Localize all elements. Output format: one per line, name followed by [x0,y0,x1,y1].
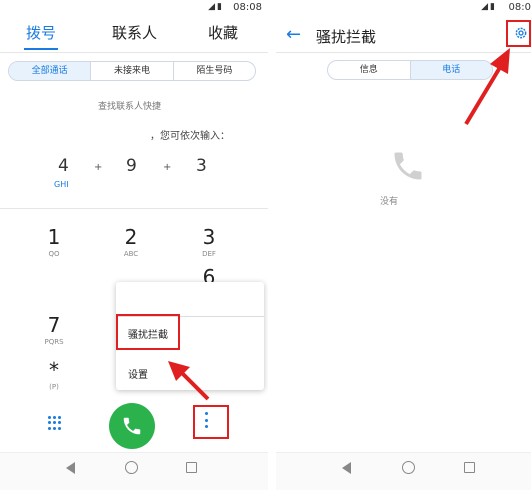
tab-divider [0,52,268,53]
phone-icon [123,417,141,435]
key-digit: 3 [202,225,216,249]
filter-unknown[interactable]: 陌生号码 [172,62,255,80]
nav-recents-icon[interactable] [464,462,475,473]
key-letters: QO [48,250,60,258]
status-time: 08:08 [233,2,262,13]
dialpad-icon[interactable] [48,416,62,430]
menu-item-settings[interactable]: 设置 [128,366,148,381]
hint-plus-2: + [163,162,172,173]
signal-icons: ◢▮ [481,2,497,12]
hint-digit-1: 4 [58,156,69,176]
annotation-arrow-left [168,361,210,401]
key-letters: PQRS [44,338,64,346]
hint-line1: 查找联系人快捷 [98,102,162,112]
nav-back-icon[interactable] [66,462,75,474]
status-bar: ◢▮ 08:0 [276,0,531,16]
key-letters: (P) [49,383,59,391]
key-3[interactable]: 3 DEF [179,226,239,258]
key-letters: ABC [123,250,139,258]
tab-favorites[interactable]: 收藏 [208,22,238,43]
tab-dial[interactable]: 拨号 [26,22,56,43]
hint-line2: ，您可依次输入： [150,131,230,142]
key-digit: 1 [47,225,61,249]
call-button[interactable] [109,403,155,449]
tab-messages[interactable]: 信息 [328,61,410,79]
empty-phone-icon [394,152,422,180]
status-bar: ◢▮ 08:08 [0,0,268,16]
key-6[interactable]: 6 [179,266,239,282]
nav-recents-icon[interactable] [186,462,197,473]
annotation-arrow-right [464,48,510,126]
tab-bar: 拨号 联系人 收藏 [0,22,268,50]
key-2[interactable]: 2 ABC [101,226,161,258]
key-digit: 6 [202,266,216,282]
filter-all[interactable]: 全部通话 [9,62,91,80]
keypad-divider [0,208,268,209]
active-tab-indicator [24,48,58,50]
filter-missed[interactable]: 未接来电 [90,62,172,80]
key-letters: DEF [202,250,216,258]
signal-icons: ◢▮ [208,2,224,12]
key-1[interactable]: 1 QO [24,226,84,258]
tab-contacts[interactable]: 联系人 [112,22,157,43]
highlight-box-more [193,405,229,439]
nav-back-icon[interactable] [342,462,351,474]
system-nav-bar [276,452,531,490]
key-digit: * [49,358,59,382]
page-title: 骚扰拦截 [316,28,377,46]
hint-digit-2: 9 [126,156,137,176]
key-digit: 7 [47,313,61,337]
key-7[interactable]: 7 PQRS [24,314,84,346]
hint-digit-3: 3 [196,156,207,176]
hint-sub-letters: GHI [54,180,69,189]
back-arrow-icon[interactable]: ← [286,26,301,44]
nav-home-icon[interactable] [402,461,415,474]
nav-home-icon[interactable] [125,461,138,474]
key-star[interactable]: * (P) [24,359,84,391]
system-nav-bar [0,452,268,490]
key-digit: 2 [124,225,138,249]
status-time: 08:0 [508,2,531,13]
dialer-screen: ◢▮ 08:08 拨号 联系人 收藏 全部通话 未接来电 陌生号码 查找联系人快… [0,0,268,490]
hint-plus-1: + [94,162,103,173]
empty-state-text: 没有 [380,197,399,207]
harassment-block-screen: ◢▮ 08:0 ← 骚扰拦截 信息 电话 没有 [276,0,531,490]
call-filter: 全部通话 未接来电 陌生号码 [8,61,256,81]
highlight-box-menu [116,314,180,350]
